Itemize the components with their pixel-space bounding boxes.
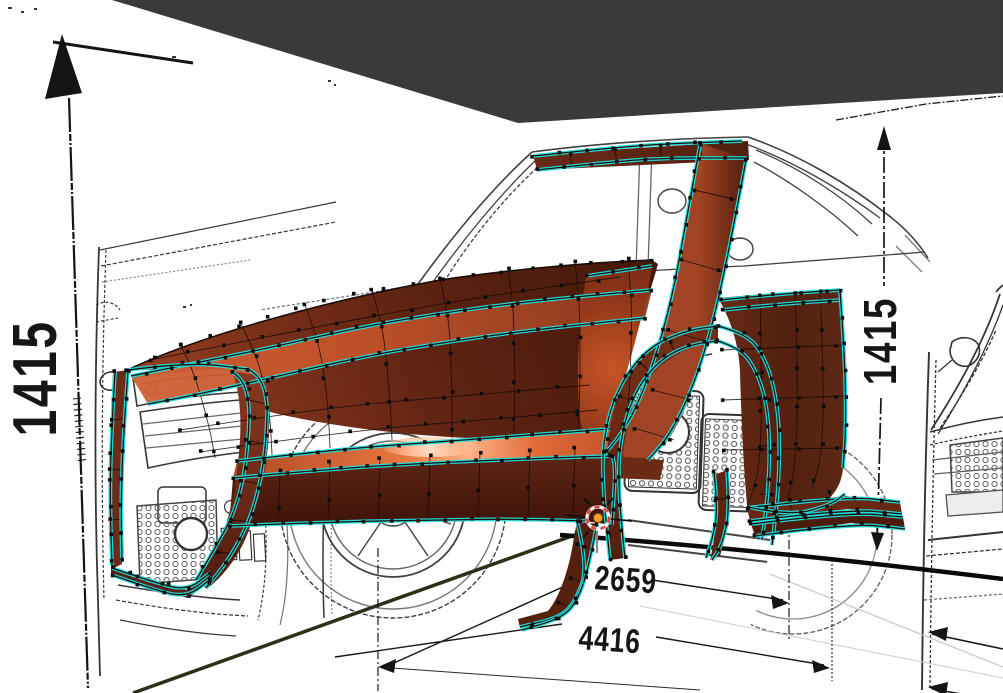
left-wall-blueprint <box>94 201 337 677</box>
arrowhead-left-icon <box>378 659 396 673</box>
viewport-canvas[interactable]: 2659 4416 1415 1415 <box>0 0 1003 693</box>
right-wall-blueprint <box>921 284 1003 691</box>
arrowhead-up-icon <box>45 34 82 99</box>
arrowhead-down-icon <box>871 532 884 551</box>
arrowhead-right-icon <box>812 660 830 673</box>
object-origin-icon <box>592 512 604 524</box>
arrowhead-right-icon <box>771 595 789 609</box>
height-right-label: 1415 <box>854 297 906 385</box>
floor-dim-upper-label: 2659 <box>593 559 658 601</box>
offscreen-dimensions <box>928 627 1003 693</box>
floor-dim-lower-label: 4416 <box>577 619 642 661</box>
ceiling-plane <box>112 0 1003 123</box>
height-left-label: 1415 <box>0 320 69 437</box>
viewport-3d[interactable]: 2659 4416 1415 1415 <box>0 0 1003 693</box>
